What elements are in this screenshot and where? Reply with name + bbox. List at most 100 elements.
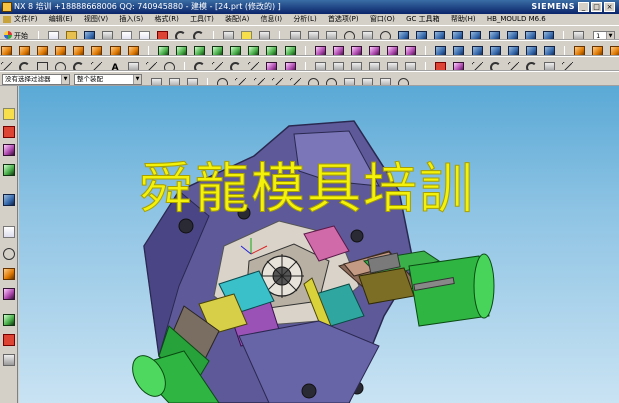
reuse-library-icon[interactable] <box>3 164 15 176</box>
isometric-icon[interactable] <box>488 31 500 39</box>
open-folder-icon[interactable] <box>66 31 78 39</box>
edge-blend-icon[interactable] <box>248 46 260 55</box>
resize-blend-icon[interactable] <box>507 46 519 55</box>
sketch-icon[interactable] <box>1 46 12 55</box>
ruled-icon[interactable] <box>453 62 465 70</box>
wireframe-icon[interactable] <box>434 31 446 39</box>
spline-icon[interactable] <box>73 62 85 70</box>
menu-view[interactable]: 视图(V) <box>84 14 108 25</box>
intersect-icon[interactable] <box>194 46 206 55</box>
nx-menu-icon[interactable] <box>3 16 11 23</box>
text-icon[interactable]: A <box>110 62 121 70</box>
select-all-icon[interactable] <box>169 78 181 85</box>
mold-wizard-icon[interactable] <box>574 46 586 55</box>
pocket-icon[interactable] <box>109 46 121 55</box>
menu-format[interactable]: 格式(R) <box>155 14 179 25</box>
fit-view-icon[interactable] <box>289 31 301 39</box>
intersect-curve-icon[interactable] <box>266 62 278 70</box>
front-view-icon[interactable] <box>524 31 536 39</box>
menu-tools[interactable]: 工具(T) <box>190 14 214 25</box>
through-curves-icon[interactable] <box>435 62 447 70</box>
boss-icon[interactable] <box>91 46 103 55</box>
revolve-icon[interactable] <box>37 46 49 55</box>
point-on-curve-icon[interactable] <box>362 78 374 85</box>
existing-point-icon[interactable] <box>344 78 356 85</box>
history-icon[interactable] <box>3 248 15 260</box>
snap-icon[interactable] <box>151 78 162 85</box>
pattern-icon[interactable] <box>368 46 380 55</box>
type-filter-combo[interactable]: 没有选择过滤器 ▼ <box>2 74 70 85</box>
rotate-icon[interactable] <box>343 31 355 39</box>
delete-face-icon[interactable] <box>489 46 501 55</box>
system-scenes-icon[interactable] <box>3 314 15 326</box>
control-point-icon[interactable] <box>271 78 283 85</box>
offset-curve-icon[interactable] <box>145 62 157 70</box>
extract-icon[interactable] <box>405 46 417 55</box>
trimetric-icon[interactable] <box>470 31 482 39</box>
menu-hb-mould[interactable]: HB_MOULD M6.6 <box>487 14 546 25</box>
menu-edit[interactable]: 编辑(E) <box>49 14 73 25</box>
shaded-edges-icon[interactable] <box>416 31 428 39</box>
mold-base-icon[interactable] <box>592 46 604 55</box>
select-icon[interactable] <box>259 31 271 39</box>
extrude-icon[interactable] <box>19 46 31 55</box>
web-browser-icon[interactable] <box>3 226 15 238</box>
helix-icon[interactable] <box>163 62 175 70</box>
part-navigator-icon[interactable] <box>3 144 15 156</box>
replace-face-icon[interactable] <box>471 46 483 55</box>
arc-center-icon[interactable] <box>307 78 319 85</box>
right-view-icon[interactable] <box>542 31 554 39</box>
redo-icon[interactable] <box>192 31 204 39</box>
close-button[interactable]: × <box>604 2 615 12</box>
isoparametric-icon[interactable] <box>471 62 483 70</box>
pan-icon[interactable] <box>361 31 373 39</box>
save-icon[interactable] <box>84 31 96 39</box>
bridge-curve-icon[interactable] <box>314 62 326 70</box>
shell-icon[interactable] <box>350 46 362 55</box>
curve-length-icon[interactable] <box>368 62 380 70</box>
edit-curve-icon[interactable] <box>405 62 417 70</box>
extend-curve-icon[interactable] <box>212 62 224 70</box>
split-body-icon[interactable] <box>230 46 242 55</box>
graphics-viewport[interactable]: 舜龍模具培訓 <box>19 86 619 403</box>
view-orient-icon[interactable] <box>452 31 464 39</box>
midpoint-icon[interactable] <box>253 78 265 85</box>
synchronous-icon[interactable] <box>543 46 555 55</box>
polyline-icon[interactable] <box>91 62 103 70</box>
circle-icon[interactable] <box>55 62 67 70</box>
copy-icon[interactable] <box>120 31 132 39</box>
layer-settings-icon[interactable] <box>573 31 584 39</box>
manufacturing-wizard-icon[interactable] <box>3 334 15 346</box>
assembly-navigator-icon[interactable] <box>3 108 15 120</box>
mold-assembly-model[interactable] <box>19 86 619 403</box>
menu-preferences[interactable]: 首选项(P) <box>328 14 359 25</box>
trim-sheet-icon[interactable] <box>562 62 573 70</box>
subtract-icon[interactable] <box>175 46 187 55</box>
arc-icon[interactable] <box>19 62 31 70</box>
menu-file[interactable]: 文件(F) <box>14 14 38 25</box>
menu-analysis[interactable]: 分析(L) <box>293 14 316 25</box>
face-blend-icon[interactable] <box>525 62 537 70</box>
bounded-grid-icon[interactable] <box>398 78 410 85</box>
quadrant-point-icon[interactable] <box>325 78 337 85</box>
shaded-icon[interactable] <box>398 31 410 39</box>
hd3d-tools-icon[interactable] <box>3 194 15 206</box>
draft-icon[interactable] <box>284 46 296 55</box>
undo-icon[interactable] <box>174 31 186 39</box>
zoom-icon[interactable] <box>307 31 319 39</box>
deselect-icon[interactable] <box>187 78 199 85</box>
unite-icon[interactable] <box>157 46 169 55</box>
datum-plane-icon[interactable] <box>55 46 67 55</box>
point-on-face-icon[interactable] <box>380 78 392 85</box>
n-sided-icon[interactable] <box>507 62 519 70</box>
join-curve-icon[interactable] <box>332 62 344 70</box>
top-view-icon[interactable] <box>506 31 518 39</box>
system-materials-icon[interactable] <box>3 288 15 300</box>
process-studio-icon[interactable] <box>3 268 15 280</box>
pad-icon[interactable] <box>127 46 139 55</box>
maximize-button[interactable]: □ <box>591 2 602 12</box>
intersection-point-icon[interactable] <box>289 78 301 85</box>
fillet-curve-icon[interactable] <box>230 62 242 70</box>
trim-curve-icon[interactable] <box>194 62 206 70</box>
touch-mode-icon[interactable] <box>241 31 253 39</box>
